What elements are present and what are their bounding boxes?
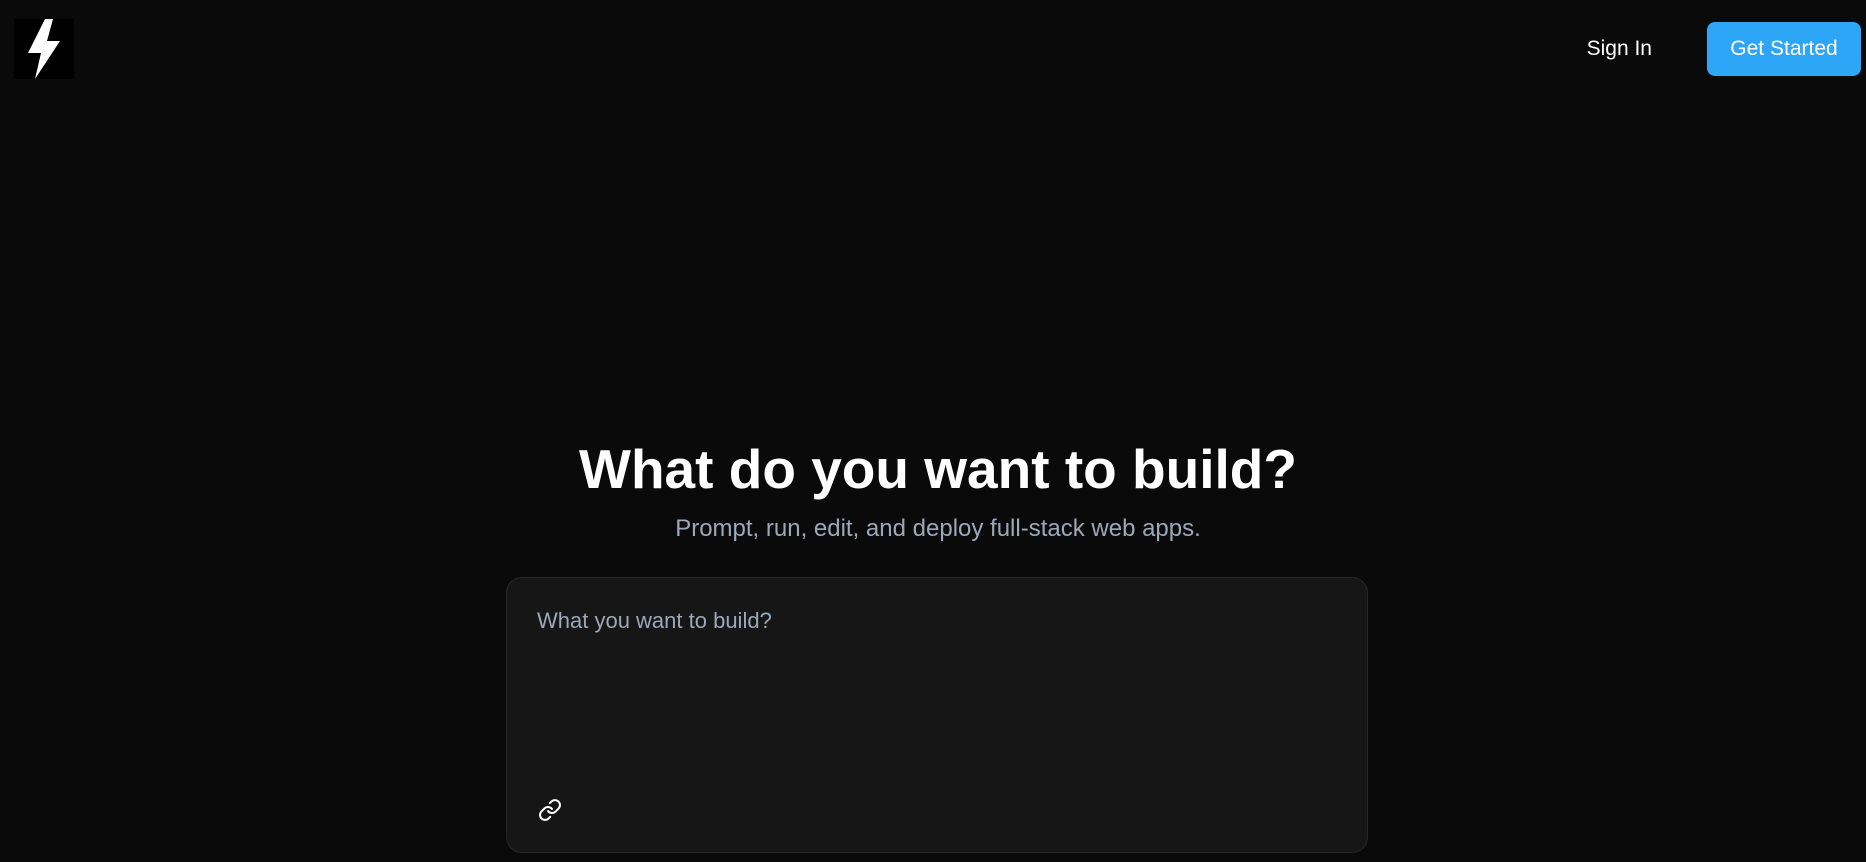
get-started-button[interactable]: Get Started — [1707, 22, 1861, 76]
header-actions: Sign In Get Started — [1587, 22, 1861, 76]
hero-title: What do you want to build? — [579, 438, 1297, 500]
page: Sign In Get Started What do you want to … — [0, 0, 1866, 862]
prompt-input[interactable] — [537, 608, 1337, 758]
logo[interactable] — [14, 19, 74, 79]
hero-subtitle: Prompt, run, edit, and deploy full-stack… — [675, 515, 1201, 542]
sign-in-button[interactable]: Sign In — [1587, 37, 1652, 61]
lightning-bolt-icon — [23, 19, 65, 79]
attach-link-button[interactable] — [537, 798, 563, 827]
prompt-box — [506, 577, 1368, 853]
link-icon — [538, 798, 562, 827]
